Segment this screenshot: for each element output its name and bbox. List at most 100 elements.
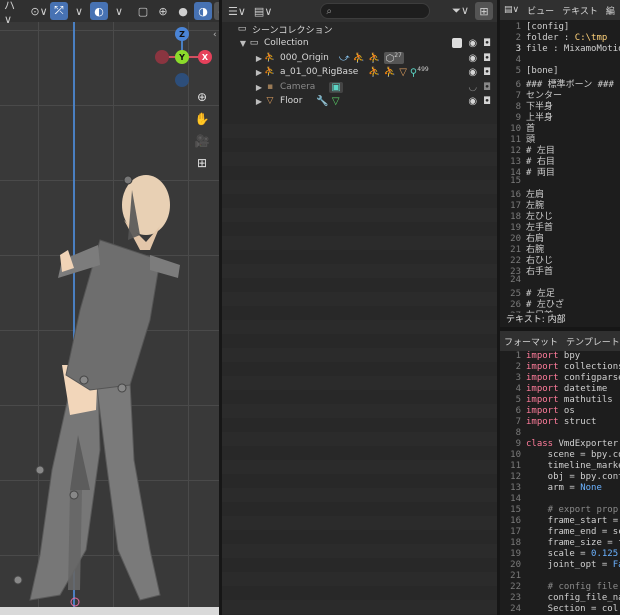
code-line[interactable]: 17 frame_end = sc (500, 527, 620, 538)
gizmo-x-axis[interactable]: X (198, 50, 212, 64)
material-shading-icon[interactable]: ◑ (194, 2, 212, 20)
object-row-camera[interactable]: ▶ ▪ Camera ▣ ◡ ◘ (222, 80, 497, 94)
code-line[interactable]: 21 右腕 (500, 242, 620, 255)
code-line[interactable]: 22 # config file (500, 582, 620, 593)
edit-menu[interactable]: 編 (606, 4, 615, 17)
expand-chevron-icon[interactable]: ▶ (254, 54, 264, 63)
collapse-chevron-icon[interactable]: ▼ (238, 39, 248, 48)
code-line[interactable]: 18 frame_size = f (500, 538, 620, 549)
code-line[interactable]: 4 (500, 55, 620, 66)
code-line[interactable]: 8 下半身 (500, 99, 620, 112)
object-row-origin[interactable]: ▶ ⛹ 000_Origin ⤻ ⛹ ⛹ ⬡27 ◉ ◘ (222, 51, 497, 65)
new-collection-icon[interactable]: ⊞ (475, 2, 493, 20)
display-mode-icon[interactable]: ▤∨ (252, 2, 274, 20)
code-line[interactable]: 6 import os (500, 406, 620, 417)
filter-icon[interactable]: ⏷∨ (450, 2, 471, 20)
code-line[interactable]: 1 import bpy (500, 351, 620, 362)
camera-data-icon[interactable]: ▣ (329, 81, 343, 93)
format-menu[interactable]: フォーマット (504, 335, 558, 348)
code-line[interactable]: 15 (500, 176, 620, 187)
scene-collection-row[interactable]: ▭ シーンコレクション (222, 22, 497, 36)
visibility-eye-icon[interactable]: ◉ (468, 96, 477, 107)
render-camera-icon[interactable]: ◘ (483, 82, 491, 93)
overlay-dropdown-icon[interactable]: ∨ (110, 2, 128, 20)
gizmo-z-axis[interactable]: Z (175, 27, 189, 41)
code-line[interactable]: 11 timeline_marke (500, 461, 620, 472)
rendered-shading-icon[interactable]: ◎ (214, 2, 219, 20)
code-line[interactable]: 14 # 両目 (500, 165, 620, 178)
code-line[interactable]: 21 (500, 571, 620, 582)
render-camera-icon[interactable]: ◘ (483, 53, 491, 64)
grid-toggle-icon[interactable]: ⊞ (193, 154, 211, 172)
pose-icon[interactable]: ⛹ (368, 67, 380, 78)
gizmo-neg-z-axis[interactable] (175, 73, 189, 87)
templates-menu[interactable]: テンプレート (566, 335, 620, 348)
wireframe-shading-icon[interactable]: ⊕ (154, 2, 172, 20)
code-line[interactable]: 10 scene = bpy.co (500, 450, 620, 461)
object-row-rigbase[interactable]: ▶ ⛹ a_01_00_RigBase ⛹ ⛹ ▽ ⚲499 ◉ ◘ (222, 65, 497, 79)
3d-viewport[interactable]: ハ∨ ⊙∨ ⤱ ∨ ◐ ∨ ▢ ⊕ ● ◑ ◎ ∨ Z Y X ⊕ ✋ 🎥 ⊞ … (0, 0, 219, 615)
code-line[interactable]: 10 首 (500, 121, 620, 134)
code-line[interactable]: 12 obj = bpy.cont (500, 472, 620, 483)
code-line[interactable]: 24 Section = col (500, 604, 620, 615)
solid-shading-icon[interactable]: ● (174, 2, 192, 20)
code-line[interactable]: 17 左腕 (500, 198, 620, 211)
code-line[interactable]: 13 arm = None (500, 483, 620, 494)
code-line[interactable]: 14 (500, 494, 620, 505)
pivot-icon[interactable]: ⊙∨ (30, 2, 48, 20)
view-menu[interactable]: ビュー (527, 4, 554, 17)
code-line[interactable]: 18 左ひじ (500, 209, 620, 222)
editor-type-icon[interactable]: ☰∨ (226, 2, 248, 20)
transform-orientation-icon[interactable]: ⤱ (50, 2, 68, 20)
code-line[interactable]: 7 import struct (500, 417, 620, 428)
code-line[interactable]: 26 # 左ひざ (500, 297, 620, 310)
mesh-icon[interactable]: ▽ (399, 67, 407, 78)
script-text-editor[interactable]: フォーマット テンプレート 1 import bpy 2 import collect… (500, 331, 620, 615)
navigation-gizmo[interactable]: Z Y X (155, 27, 215, 87)
data-icon[interactable]: ⬡27 (383, 51, 404, 65)
checkbox-icon[interactable] (452, 38, 463, 48)
code-line[interactable]: 4 import datetime (500, 384, 620, 395)
zoom-icon[interactable]: ⊕ (193, 88, 211, 106)
visibility-eye-icon[interactable]: ◉ (468, 67, 477, 78)
code-line[interactable]: 12 # 左目 (500, 143, 620, 156)
gizmo-neg-x-axis[interactable] (155, 50, 169, 64)
code-line[interactable]: 20 joint_opt = Fa (500, 560, 620, 571)
editor-type-icon[interactable]: ▤∨ (504, 5, 519, 15)
expand-chevron-icon[interactable]: ▶ (254, 83, 264, 92)
bone-icon[interactable]: ⛹ (368, 53, 380, 64)
expand-chevron-icon[interactable]: ▶ (254, 68, 264, 77)
code-line[interactable]: 2 folder : C:\tmp (500, 33, 620, 44)
outliner-empty-area[interactable] (222, 110, 497, 615)
expand-chevron-icon[interactable]: ▶ (254, 97, 264, 106)
camera-view-icon[interactable]: 🎥 (193, 132, 211, 150)
code-line[interactable]: 6 ### 標準ボーン ### (500, 77, 620, 90)
code-line[interactable]: 25 # 左足 (500, 286, 620, 299)
code-line[interactable]: 13 # 右目 (500, 154, 620, 167)
code-line[interactable]: 7 センター (500, 88, 620, 101)
xray-icon[interactable]: ▢ (134, 2, 152, 20)
code-line[interactable]: 23 config_file_na (500, 593, 620, 604)
text-menu[interactable]: テキスト (562, 4, 598, 17)
object-row-floor[interactable]: ▶ ▽ Floor 🔧 ▽ ◉ ◘ (222, 94, 497, 108)
orientation-dropdown-icon[interactable]: ∨ (70, 2, 88, 20)
hidden-eye-icon[interactable]: ◡ (468, 82, 477, 93)
view-menu[interactable]: ハ∨ (2, 0, 20, 26)
modifier-wrench-icon[interactable]: 🔧 (316, 96, 328, 107)
mesh-data-icon[interactable]: ▽ (332, 96, 340, 107)
vertex-group-icon[interactable]: ⚲499 (410, 66, 429, 78)
code-line[interactable]: 19 左手首 (500, 220, 620, 233)
constraint-icon[interactable]: ⤻ (339, 53, 350, 64)
code-line[interactable]: 2 import collections (500, 362, 620, 373)
code-line[interactable]: 22 右ひじ (500, 253, 620, 266)
code-line[interactable]: 19 scale = 0.125 (500, 549, 620, 560)
config-text-editor[interactable]: ▤∨ ビュー テキスト 編 1 [config] 2 folder : C:\tmp 3… (500, 0, 620, 313)
search-input[interactable]: ⌕ (320, 3, 431, 19)
render-camera-icon[interactable]: ◘ (483, 67, 491, 78)
code-line[interactable]: 16 左肩 (500, 187, 620, 200)
code-line[interactable]: 11 頭 (500, 132, 620, 145)
code-line[interactable]: 9 上半身 (500, 110, 620, 123)
code-line[interactable]: 16 frame_start = (500, 516, 620, 527)
code-line[interactable]: 15 # export prop (500, 505, 620, 516)
code-line[interactable]: 9 class VmdExporter( (500, 439, 620, 450)
